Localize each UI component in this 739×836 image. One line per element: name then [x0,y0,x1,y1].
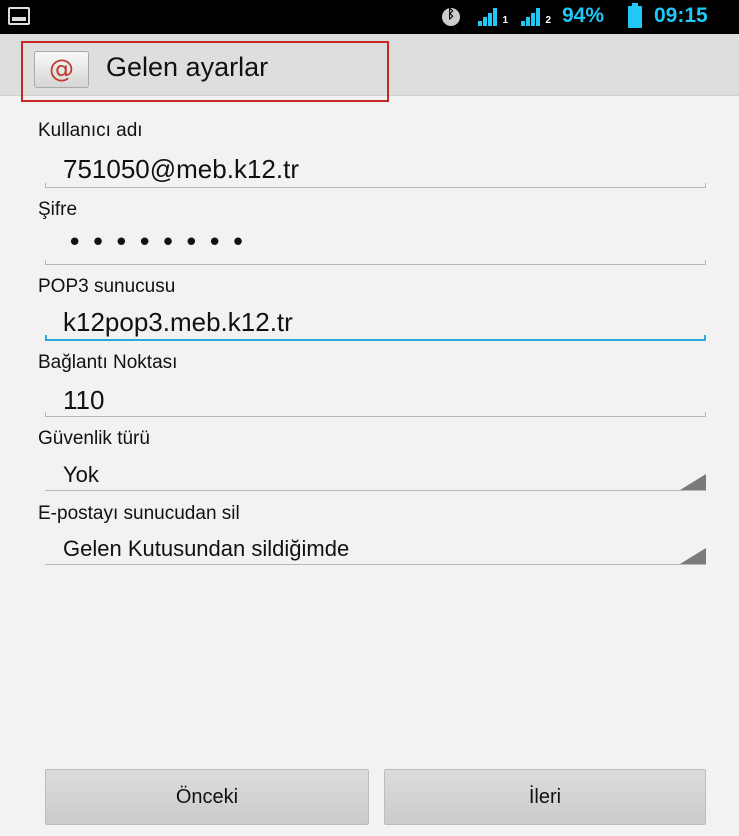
screenshot-icon [8,7,30,25]
pop3-server-label: POP3 sunucusu [38,276,176,297]
delete-from-server-select[interactable]: Gelen Kutusundan sildiğimde [63,536,349,562]
dropdown-arrow-icon [680,474,706,490]
page-title: Gelen ayarlar [106,52,269,82]
password-underline [45,260,706,265]
pop3-server-underline [45,335,706,341]
next-button[interactable]: İleri [384,769,706,825]
delete-from-server-underline [45,564,706,565]
security-type-select[interactable]: Yok [63,462,99,488]
delete-from-server-label: E-postayı sunucudan sil [38,503,240,524]
security-type-label: Güvenlik türü [38,428,150,449]
pop3-server-input[interactable]: k12pop3.meb.k12.tr [63,307,293,338]
port-label: Bağlantı Noktası [38,352,178,373]
password-label: Şifre [38,199,78,220]
username-input[interactable]: 751050@meb.k12.tr [63,154,299,185]
clock: 09:15 [654,4,708,27]
battery-icon [628,3,642,28]
bluetooth-icon [442,7,460,26]
signal-sim2-icon: 2 [521,8,551,26]
status-bar: 1 2 94% 09:15 [0,0,739,34]
username-label: Kullanıcı adı [38,120,143,141]
password-input[interactable]: •••••••• [67,228,254,258]
email-at-icon[interactable]: @ [34,51,89,88]
username-underline [45,183,706,188]
security-type-underline [45,490,706,491]
previous-button[interactable]: Önceki [45,769,369,825]
port-underline [45,412,706,417]
battery-percent: 94% [562,4,605,27]
signal-sim1-icon: 1 [478,8,508,26]
dropdown-arrow-icon [680,548,706,564]
port-input[interactable]: 110 [63,385,104,416]
